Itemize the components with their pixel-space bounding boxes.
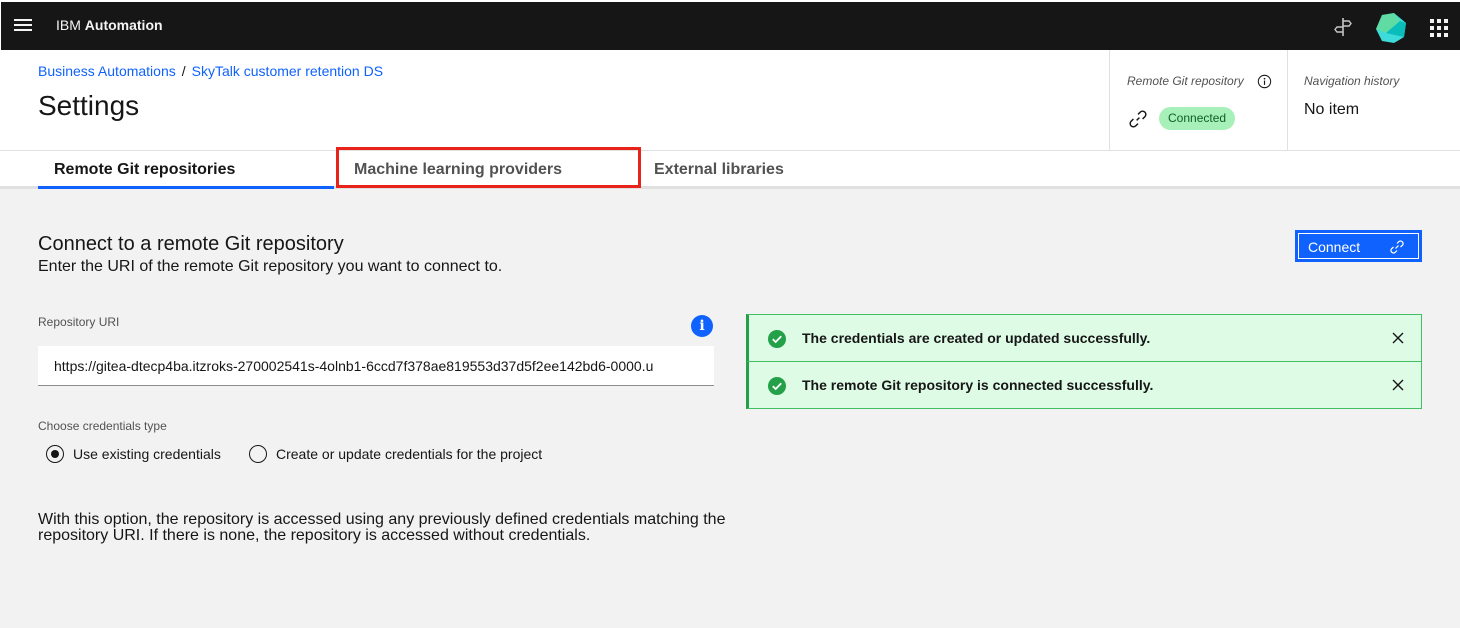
checkmark-filled-icon <box>768 330 786 348</box>
credentials-type-label: Choose credentials type <box>38 419 167 433</box>
navigation-history-value: No item <box>1304 101 1360 118</box>
top-navigation-bar: IBM Automation <box>0 0 1460 50</box>
breadcrumb-separator: / <box>181 63 186 79</box>
close-icon[interactable] <box>1390 377 1406 393</box>
git-status-label: Remote Git repository <box>1127 74 1244 88</box>
link-icon <box>1129 110 1147 128</box>
breadcrumb: Business Automations / SkyTalk customer re… <box>38 63 383 79</box>
success-notification: The remote Git repository is connected s… <box>746 361 1422 409</box>
tab-machine-learning-providers[interactable]: Machine learning providers <box>338 151 640 189</box>
radio-label: Create or update credentials for the pro… <box>276 446 543 462</box>
notification-message: The credentials are created or updated s… <box>802 330 1151 346</box>
signpost-icon[interactable] <box>1333 17 1353 37</box>
repository-uri-label: Repository URI <box>38 315 120 329</box>
checkmark-filled-icon <box>768 377 786 395</box>
git-status-panel: Remote Git repository Connected <box>1109 50 1288 150</box>
breadcrumb-item-project[interactable]: SkyTalk customer retention DS <box>192 63 383 79</box>
notification-message: The remote Git repository is connected s… <box>802 377 1154 393</box>
radio-checked-icon[interactable] <box>46 445 64 463</box>
link-icon <box>1390 240 1404 254</box>
product-name[interactable]: IBM Automation <box>56 17 163 33</box>
navigation-history-label: Navigation history <box>1304 74 1400 88</box>
tab-external-libraries[interactable]: External libraries <box>638 151 888 189</box>
app-switcher-icon[interactable] <box>1430 19 1448 37</box>
close-icon[interactable] <box>1390 330 1406 346</box>
menu-icon[interactable] <box>14 19 32 33</box>
success-notification: The credentials are created or updated s… <box>746 314 1422 362</box>
info-icon[interactable]: i <box>691 315 713 337</box>
tab-remote-git-repositories[interactable]: Remote Git repositories <box>38 151 334 189</box>
page-header: Business Automations / SkyTalk customer re… <box>0 50 1460 151</box>
navigation-history-panel: Navigation history No item <box>1287 50 1460 150</box>
connection-status-badge: Connected <box>1159 107 1236 130</box>
product-logo-icon[interactable] <box>1374 11 1408 45</box>
section-title: Connect to a remote Git repository <box>38 233 344 255</box>
radio-label: Use existing credentials <box>73 446 221 462</box>
info-icon[interactable] <box>1257 74 1272 89</box>
radio-use-existing-credentials[interactable]: Use existing credentials <box>46 444 221 464</box>
settings-tabs: Remote Git repositories Machine learning… <box>0 151 1460 189</box>
credentials-option-note: With this option, the repository is acce… <box>38 511 726 544</box>
repository-uri-input[interactable] <box>38 346 714 386</box>
radio-unchecked-icon[interactable] <box>249 445 267 463</box>
breadcrumb-item-business-automations[interactable]: Business Automations <box>38 63 176 79</box>
page-title: Settings <box>38 90 140 121</box>
section-description: Enter the URI of the remote Git reposito… <box>38 258 503 275</box>
connect-button-label: Connect <box>1308 239 1361 255</box>
radio-create-update-credentials[interactable]: Create or update credentials for the pro… <box>249 444 542 464</box>
connect-button[interactable]: Connect <box>1295 230 1422 262</box>
